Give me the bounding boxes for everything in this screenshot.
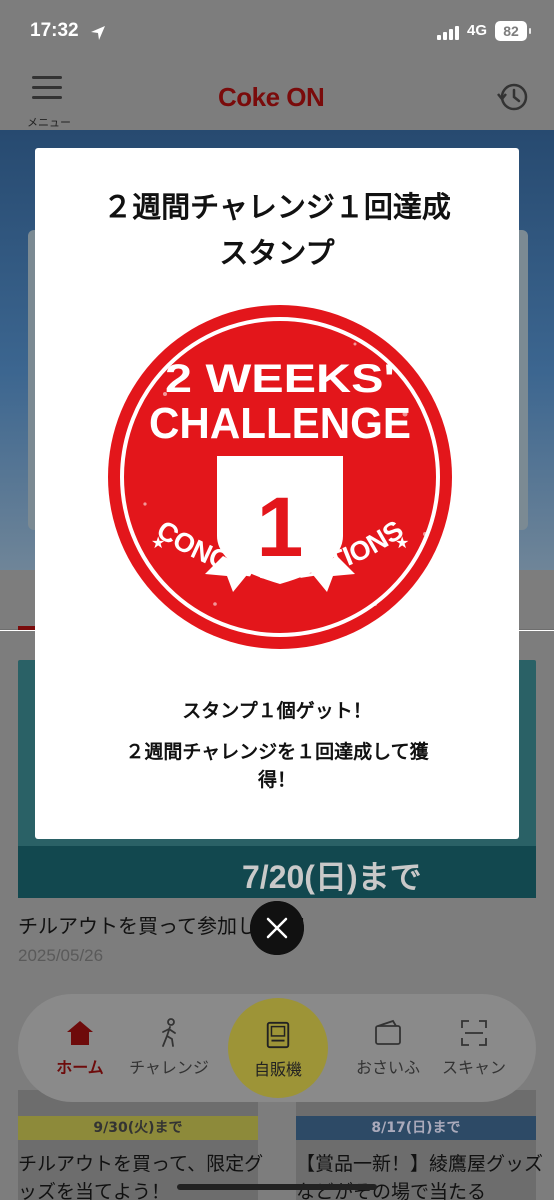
news-date: 2025/05/26 [18,946,104,965]
wallet-icon [375,1019,401,1045]
nav-wallet-label: おさいふ [355,1058,420,1077]
home-icon [67,1021,93,1045]
vending-machine-icon [266,1021,290,1049]
history-icon[interactable] [496,80,530,114]
nav-challenge[interactable]: チャレンジ [120,1018,218,1078]
app-header: メニュー Coke ON [0,66,554,130]
challenge-stamp-badge: 2 WEEKS' CHALLENGE 1 ★ ★ CONGRATULATIONS [108,305,452,649]
nav-vending-label: 自販機 [253,1060,302,1079]
nav-scan-label: スキャン [441,1058,506,1077]
stamp-line1: 2 WEEKS' [165,357,395,401]
card-deadline: 8/17(日)まで [296,1116,536,1140]
menu-label: メニュー [27,116,71,129]
modal-title: ２週間チャレンジ１回達成 スタンプ [103,190,451,270]
close-button[interactable] [250,901,304,955]
status-bar: 17:32 4G 82 [0,0,554,66]
signal-icon [437,24,463,40]
network-type: 4G [467,22,488,39]
news-image-caption: 7/20(日)まで [242,859,422,895]
battery-icon: 82 [495,21,531,41]
menu-button[interactable]: メニュー [22,74,76,129]
status-time: 17:32 [30,20,79,41]
nav-home-label: ホーム [56,1058,104,1077]
scan-icon [461,1020,487,1046]
modal-message-secondary: ２週間チャレンジを１回達成して獲得！ [125,741,429,791]
bottom-nav: ホーム チャレンジ 自販機 おさいふ スキャン [18,994,536,1102]
nav-vending-machine[interactable]: 自販機 [228,998,328,1098]
card-title: 【賞品一新！】綾鷹屋グッズなどがその場で当たる [296,1153,544,1200]
home-indicator [177,1184,377,1190]
stamp-line2: CHALLENGE [149,399,411,448]
nav-home[interactable]: ホーム [48,1018,112,1078]
coke-on-logo: Coke ON [218,82,325,112]
nav-wallet[interactable]: おさいふ [348,1018,428,1078]
nav-scan[interactable]: スキャン [432,1018,516,1078]
location-arrow-icon [91,26,105,40]
card-deadline: 9/30(火)まで [18,1116,258,1140]
modal-message-primary: スタンプ１個ゲット！ [182,700,372,722]
walking-person-icon [162,1018,176,1047]
stamp-modal: ２週間チャレンジ１回達成 スタンプ 2 WEEKS' CHALLENGE 1 ★… [35,148,519,839]
card-title: チルアウトを買って、限定グッズを当てよう！ [18,1153,264,1200]
nav-challenge-label: チャレンジ [129,1058,209,1077]
